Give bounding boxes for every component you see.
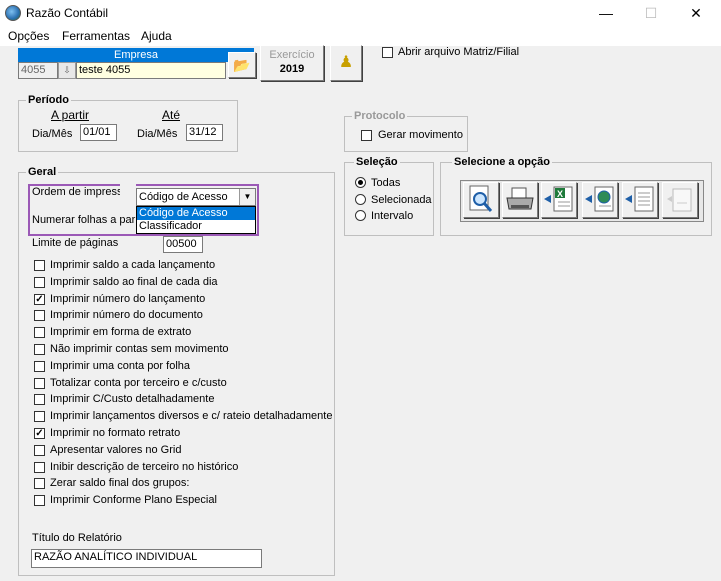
geral-checkbox-label: Zerar saldo final dos grupos: — [50, 477, 190, 489]
preview-button[interactable] — [463, 182, 499, 218]
protocolo-title: Protocolo — [352, 110, 408, 122]
exercicio-box[interactable]: Exercício 2019 — [260, 45, 324, 81]
titulo-label: Título do Relatório — [32, 532, 122, 544]
periodo-to-field[interactable]: 31/12 — [186, 124, 223, 141]
menu-ajuda[interactable]: Ajuda — [141, 29, 172, 43]
geral-checkbox-label: Imprimir Conforme Plano Especial — [50, 494, 217, 506]
selecao-title: Seleção — [354, 156, 400, 168]
geral-checkbox[interactable] — [34, 310, 45, 321]
excel-export-button[interactable]: X — [541, 182, 577, 218]
geral-checkbox[interactable] — [34, 260, 45, 271]
selecao-todas-radio[interactable] — [355, 177, 366, 188]
opcao-title: Selecione a opção — [452, 156, 552, 168]
printer-icon — [506, 187, 534, 210]
close-button[interactable]: ✕ — [673, 0, 719, 28]
abrir-matriz-checkbox[interactable] — [382, 47, 393, 58]
geral-checkbox-label: Totalizar conta por terceiro e c/custo — [50, 377, 227, 389]
preview-icon — [469, 185, 493, 212]
app-icon — [5, 5, 21, 21]
geral-title: Geral — [26, 166, 59, 178]
minimize-button[interactable]: — — [583, 0, 629, 28]
selecao-selecionada-radio[interactable] — [355, 194, 366, 205]
limite-label: Limite de páginas — [32, 237, 119, 249]
periodo-to-label: Até — [162, 108, 181, 122]
periodo-from-field-label: Dia/Mês — [32, 128, 73, 140]
svg-text:X: X — [557, 189, 563, 199]
geral-checkbox-label: Imprimir lançamentos diversos e c/ ratei… — [50, 410, 333, 422]
user-button[interactable]: ♟ — [330, 45, 362, 81]
maximize-button[interactable]: ☐ — [628, 0, 674, 28]
gerar-movimento-label: Gerar movimento — [378, 129, 463, 141]
selecao-selecionada-label: Selecionada — [371, 194, 432, 206]
empresa-code-field[interactable]: 4055 — [18, 62, 58, 79]
geral-checkbox[interactable] — [34, 277, 45, 288]
geral-checkbox-label: Imprimir saldo a cada lançamento — [50, 259, 216, 271]
geral-checkbox-label: Não imprimir contas sem movimento — [50, 343, 229, 355]
geral-checkbox-label: Imprimir C/Custo detalhadamente — [50, 393, 215, 405]
empresa-name-field[interactable]: teste 4055 — [76, 62, 226, 79]
geral-checkbox[interactable] — [34, 344, 45, 355]
geral-checkbox[interactable] — [34, 478, 45, 489]
abrir-matriz-label: Abrir arquivo Matriz/Filial — [398, 46, 520, 58]
geral-checkbox[interactable] — [34, 361, 45, 372]
folder-icon: 📂 — [233, 57, 251, 73]
exercicio-year: 2019 — [279, 63, 305, 75]
periodo-to-field-label: Dia/Mês — [137, 128, 178, 140]
gerar-movimento-checkbox[interactable] — [361, 130, 372, 141]
geral-checkbox[interactable] — [34, 378, 45, 389]
exercicio-label: Exercício — [269, 49, 315, 61]
titulo-field[interactable]: RAZÃO ANALÍTICO INDIVIDUAL — [31, 549, 262, 568]
periodo-from-field[interactable]: 01/01 — [80, 124, 117, 141]
ordem-option-classificador[interactable]: Classificador — [137, 220, 255, 233]
document-export-button[interactable] — [622, 182, 658, 218]
geral-checkbox-label: Imprimir em forma de extrato — [50, 326, 192, 338]
excel-export-icon: X — [544, 186, 573, 212]
document-export-icon — [625, 186, 654, 212]
web-export-icon — [585, 186, 614, 212]
limite-field[interactable]: 00500 — [163, 236, 203, 253]
geral-checkbox[interactable]: ✓ — [34, 294, 45, 305]
disabled-export-button[interactable] — [662, 182, 698, 218]
periodo-title: Período — [26, 94, 71, 106]
ordem-dropdown-button[interactable]: ▼ — [239, 189, 255, 205]
geral-checkbox-label: Apresentar valores no Grid — [50, 444, 182, 456]
geral-checkbox-label: Imprimir saldo ao final de cada dia — [50, 276, 218, 288]
empresa-lookup-button[interactable]: ⇩ — [58, 62, 76, 79]
menu-opcoes[interactable]: Opções — [8, 29, 49, 43]
geral-checkbox[interactable]: ✓ — [34, 428, 45, 439]
geral-checkbox-label: Imprimir no formato retrato — [50, 427, 181, 439]
geral-checkbox[interactable] — [34, 411, 45, 422]
open-folder-button[interactable]: 📂 — [228, 52, 256, 78]
geral-checkbox[interactable] — [34, 327, 45, 338]
selecao-intervalo-label: Intervalo — [371, 210, 414, 222]
disabled-export-icon — [667, 188, 692, 212]
ordem-option-codigo[interactable]: Código de Acesso — [137, 207, 255, 220]
window-title: Razão Contábil — [26, 6, 109, 20]
web-export-button[interactable] — [582, 182, 618, 218]
print-button[interactable] — [502, 182, 538, 218]
menu-bar: Opções Ferramentas Ajuda — [0, 28, 721, 46]
ordem-select[interactable]: Código de Acesso — [136, 188, 256, 206]
geral-checkbox[interactable] — [34, 445, 45, 456]
ordem-dropdown-list: Código de Acesso Classificador — [136, 206, 256, 234]
numerar-label: Numerar folhas a par — [32, 214, 136, 226]
periodo-from-label: A partir — [51, 108, 90, 122]
title-bar: Razão Contábil — ☐ ✕ — [0, 0, 721, 28]
selecao-intervalo-radio[interactable] — [355, 210, 366, 221]
geral-checkbox-label: Imprimir número do lançamento — [50, 293, 206, 305]
geral-checkbox[interactable] — [34, 394, 45, 405]
geral-checkbox-label: Imprimir uma conta por folha — [50, 360, 190, 372]
geral-checkbox-label: Inibir descrição de terceiro no históric… — [50, 461, 239, 473]
selecao-todas-label: Todas — [371, 177, 401, 189]
geral-checkbox-label: Imprimir número do documento — [50, 309, 203, 321]
empresa-header: Empresa — [18, 48, 254, 62]
geral-checkbox[interactable] — [34, 495, 45, 506]
menu-ferramentas[interactable]: Ferramentas — [62, 29, 130, 43]
user-icon: ♟ — [338, 54, 354, 71]
geral-checkbox[interactable] — [34, 462, 45, 473]
